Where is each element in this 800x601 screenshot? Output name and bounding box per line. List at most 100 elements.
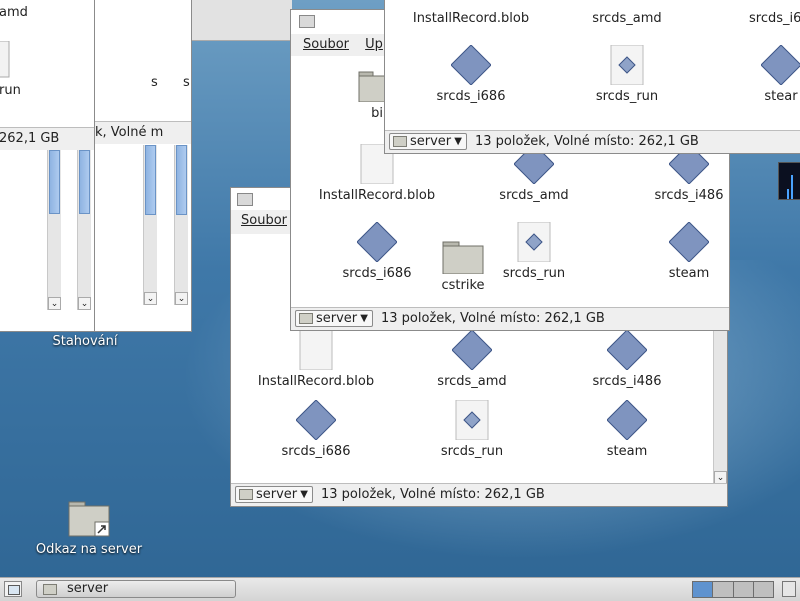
executable-icon <box>296 400 336 440</box>
file-icon <box>0 41 10 78</box>
executable-icon <box>761 45 800 85</box>
file-label: srcds_i686 <box>436 89 506 104</box>
file-label-fragment: s <box>183 75 190 90</box>
workspace-4[interactable] <box>753 582 773 597</box>
window-titlebar-strip <box>192 0 292 41</box>
status-bar-middle: server ▼ 13 položek, Volné místo: 262,1 G… <box>291 307 729 330</box>
scroll-down-arrow[interactable]: ⌄ <box>144 292 157 305</box>
workspace-1[interactable] <box>693 582 714 597</box>
file-srcds-i686[interactable]: srcds_i686 <box>401 45 541 104</box>
folder-icon <box>393 136 407 147</box>
workspace-3[interactable] <box>733 582 754 597</box>
bottom-panel: server <box>0 577 800 601</box>
file-installrecord[interactable]: InstallRecord.blob <box>246 330 386 389</box>
file-label: srcds_run <box>502 266 566 281</box>
script-icon <box>517 222 551 262</box>
file-label: srcds_i686 <box>281 444 351 459</box>
status-bar-front: server ▼ 13 položek, Volné místo: 262,1 G… <box>231 483 727 506</box>
scrollbar-left-a[interactable]: ⌄ <box>47 150 61 310</box>
scroll-thumb[interactable] <box>145 145 156 215</box>
file-label: srcds_amd <box>592 11 662 26</box>
file-srcds-i486[interactable]: srcds_i486 <box>557 330 697 389</box>
file-steam[interactable]: steam <box>557 400 697 459</box>
file-label: srcds_i486 <box>654 188 724 203</box>
file-label: InstallRecord.blob <box>412 11 530 26</box>
workspace-2[interactable] <box>713 582 734 597</box>
desktop-icon-label: Stahování <box>52 334 118 349</box>
file-label: InstallRecord.blob <box>257 374 375 389</box>
taskbar-button-label: server <box>67 581 109 596</box>
executable-icon <box>669 222 709 262</box>
scroll-thumb[interactable] <box>79 150 90 214</box>
file-steam[interactable]: steam <box>619 222 729 281</box>
file-installrecord[interactable]: InstallRecord.blob <box>401 11 541 26</box>
file-srcds-i686[interactable]: srcds_i686 <box>246 400 386 459</box>
scroll-thumb[interactable] <box>176 145 187 215</box>
workspace-switcher[interactable] <box>692 581 774 598</box>
executable-icon <box>607 400 647 440</box>
scrollbar-middle-a[interactable]: ⌄ <box>143 145 157 305</box>
scroll-down-arrow[interactable]: ⌄ <box>48 297 61 310</box>
menu-soubor[interactable]: Soubor <box>231 210 293 231</box>
status-summary: 13 položek, Volné místo: 262,1 GB <box>381 311 605 326</box>
status-bar-left: 262,1 GB <box>0 127 95 150</box>
scroll-thumb[interactable] <box>49 150 60 214</box>
menu-soubor[interactable]: Soubor <box>291 34 355 55</box>
file-srcds-amd[interactable]: srcds_amd <box>402 330 542 389</box>
trash-icon[interactable] <box>782 581 796 597</box>
file-label: srcds_run <box>440 444 504 459</box>
folder-icon <box>43 584 57 595</box>
taskbar-button-server[interactable]: server <box>36 580 236 598</box>
script-icon <box>610 45 644 85</box>
desktop-icon-stahovani[interactable]: Stahování <box>40 334 130 349</box>
window-icon <box>237 193 253 206</box>
file-srcds-run[interactable]: srcds_run <box>464 222 604 281</box>
file-srcds-i6-partial[interactable]: srcds_i6 <box>749 11 800 26</box>
location-selector[interactable]: server ▼ <box>295 310 373 327</box>
file-srcds-run[interactable]: srcds_run <box>557 45 697 104</box>
executable-icon <box>357 222 397 262</box>
executable-icon <box>607 330 647 370</box>
desktop-icon-label: Odkaz na server <box>35 542 143 557</box>
status-summary: 13 položek, Volné místo: 262,1 GB <box>321 487 545 502</box>
status-text-middle-left: k, Volné m <box>95 125 164 140</box>
file-window-left[interactable]: amd run 262,1 GB ⌄ ⌄ <box>0 0 96 332</box>
folder-icon <box>299 313 313 324</box>
folder-link-icon <box>68 501 110 537</box>
executable-icon <box>451 45 491 85</box>
folder-icon <box>239 489 253 500</box>
file-window-middle-left[interactable]: s s k, Volné m ⌄ ⌄ <box>94 0 192 332</box>
file-label: steam <box>668 266 710 281</box>
desktop-icon <box>8 585 20 595</box>
file-view-top: InstallRecord.blob srcds_amd srcds_i6 sr… <box>385 0 800 131</box>
location-selector[interactable]: server ▼ <box>235 486 313 503</box>
status-text-left: 262,1 GB <box>0 131 60 146</box>
show-desktop-button[interactable] <box>4 581 22 597</box>
script-icon <box>455 400 489 440</box>
status-summary: 13 položek, Volné místo: 262,1 GB <box>475 134 699 149</box>
file-label: steam <box>606 444 648 459</box>
file-label: srcds_i486 <box>592 374 662 389</box>
file-srcds-run-partial[interactable]: run <box>0 83 21 98</box>
system-monitor-graph <box>778 162 800 200</box>
file-label: stear <box>764 89 798 104</box>
status-bar-top: server ▼ 13 položek, Volné místo: 262,1 G… <box>385 130 800 153</box>
chevron-down-icon: ▼ <box>360 313 368 324</box>
scrollbar-middle-b[interactable]: ⌄ <box>174 145 188 305</box>
chevron-down-icon: ▼ <box>454 136 462 147</box>
file-window-top[interactable]: InstallRecord.blob srcds_amd srcds_i6 sr… <box>384 0 800 154</box>
scrollbar-left-b[interactable]: ⌄ <box>77 150 91 310</box>
scroll-down-arrow[interactable]: ⌄ <box>78 297 91 310</box>
chevron-down-icon: ▼ <box>300 489 308 500</box>
file-label: srcds_run <box>595 89 659 104</box>
window-icon <box>299 15 315 28</box>
file-label-fragment: s <box>151 75 158 90</box>
scroll-down-arrow[interactable]: ⌄ <box>175 292 188 305</box>
file-steam-partial[interactable]: stear <box>761 45 800 104</box>
desktop-icon-server-link[interactable]: Odkaz na server <box>28 498 150 557</box>
file-srcds-amd-partial[interactable]: amd <box>0 5 28 20</box>
file-srcds-run[interactable]: srcds_run <box>402 400 542 459</box>
location-selector[interactable]: server ▼ <box>389 133 467 150</box>
file-srcds-amd[interactable]: srcds_amd <box>557 11 697 26</box>
file-label: srcds_amd <box>499 188 569 203</box>
